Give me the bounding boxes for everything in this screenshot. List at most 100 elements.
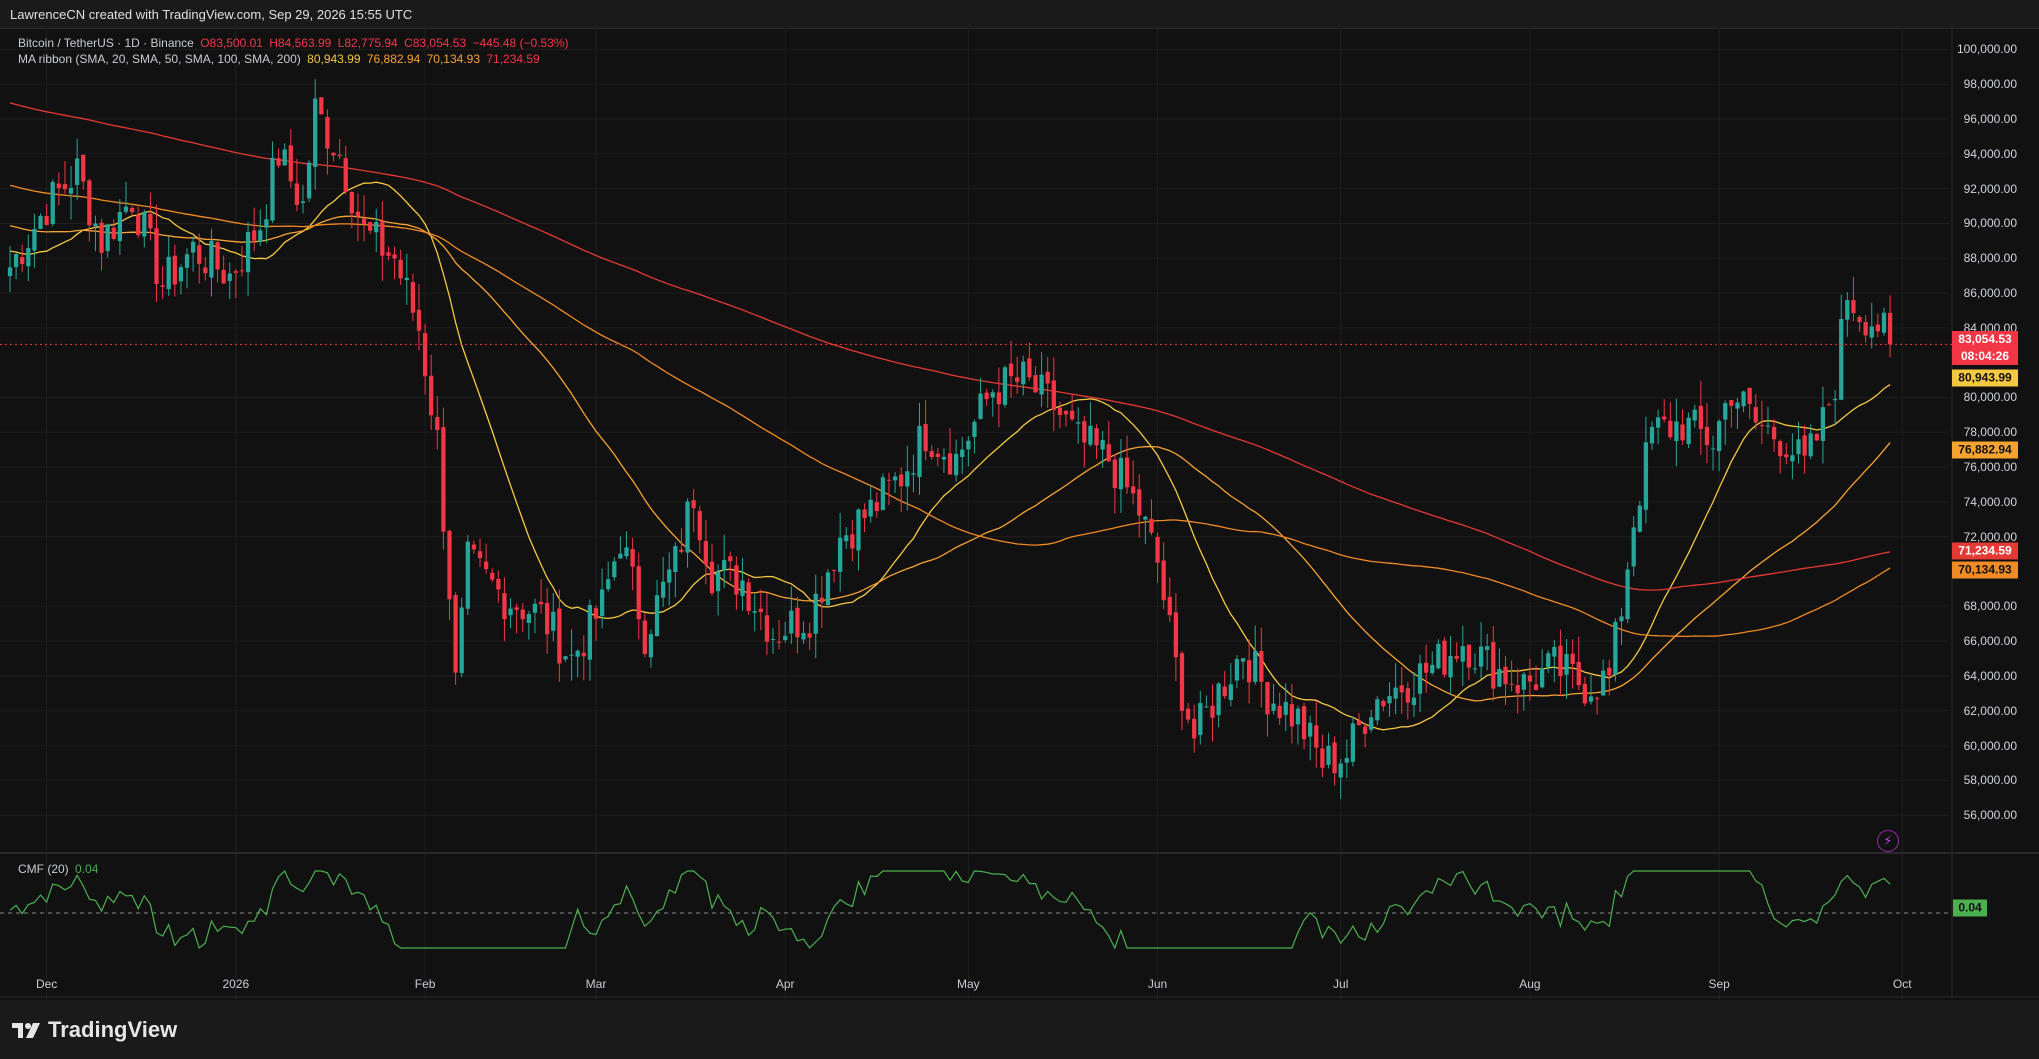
lightning-icon[interactable]: ⚡	[1877, 830, 1899, 852]
candle-body	[1655, 417, 1661, 428]
candle-body	[190, 241, 196, 253]
sma200-tag: 71,234.59	[1952, 542, 2018, 560]
candle-body	[551, 611, 556, 631]
price-tick-label: 94,000.00	[1963, 146, 2017, 161]
candle-body	[1112, 459, 1117, 489]
candle-body	[404, 277, 409, 281]
candle-body	[1820, 407, 1826, 441]
price-tick-label: 92,000.00	[1963, 181, 2017, 196]
candle-body	[172, 255, 177, 285]
candle-body	[1289, 704, 1294, 727]
candle-body	[1131, 486, 1136, 494]
candle-body	[807, 633, 812, 638]
candle-body	[1485, 646, 1490, 650]
candle-body	[752, 611, 757, 613]
candle-body	[1399, 685, 1404, 693]
candle-body	[1192, 718, 1197, 739]
price-tick-label: 58,000.00	[1963, 773, 2017, 788]
ma-ribbon-name: MA ribbon (SMA, 20, SMA, 50, SMA, 100, S…	[18, 52, 301, 66]
candle-body	[1155, 536, 1160, 563]
candle-body	[258, 230, 263, 242]
candle-body	[990, 392, 995, 398]
cmf-legend[interactable]: CMF (20) 0.04	[18, 862, 101, 876]
candle-body	[75, 158, 80, 185]
candle-body	[1509, 683, 1514, 685]
candle-body	[50, 181, 55, 225]
price-chart[interactable]	[0, 0, 2039, 1000]
candle-body	[813, 593, 818, 634]
candle-body	[1167, 596, 1172, 616]
candle-body	[1228, 684, 1233, 700]
candle-body	[1875, 324, 1880, 332]
candle-body	[1588, 696, 1594, 702]
candle-body	[1002, 367, 1008, 405]
ma-ribbon-legend[interactable]: MA ribbon (SMA, 20, SMA, 50, SMA, 100, S…	[18, 52, 543, 66]
candle-body	[587, 605, 593, 660]
candle-body	[1405, 688, 1410, 703]
price-tick-label: 76,000.00	[1963, 460, 2017, 475]
candle-body	[569, 654, 574, 656]
candle-body	[984, 392, 989, 400]
candle-body	[789, 610, 794, 634]
candle-body	[184, 254, 190, 268]
candle-body	[197, 245, 202, 264]
candle-body	[935, 453, 940, 457]
candle-body	[1784, 454, 1789, 458]
candle-body	[26, 248, 31, 267]
candle-body	[685, 501, 690, 553]
candle-body	[1100, 440, 1105, 450]
candle-body	[508, 608, 513, 616]
candle-body	[368, 222, 373, 231]
candle-body	[996, 392, 1002, 405]
candle-body	[850, 534, 855, 549]
candle-body	[1338, 763, 1343, 778]
candle-body	[1613, 621, 1618, 675]
candle-body	[844, 535, 849, 542]
candle-body	[764, 615, 770, 642]
candle-body	[770, 638, 776, 640]
candle-body	[1198, 703, 1203, 735]
candle-body	[1723, 403, 1728, 420]
candle-body	[1869, 326, 1874, 338]
candle-body	[1601, 670, 1606, 696]
candle-body	[142, 212, 147, 237]
candle-body	[313, 98, 318, 167]
candle-body	[447, 530, 452, 600]
candle-body	[56, 183, 61, 189]
tradingview-logo[interactable]: TradingView	[12, 1017, 177, 1043]
candle-body	[1308, 722, 1313, 737]
candle-body	[1887, 312, 1893, 345]
candle-body	[746, 582, 751, 611]
candle-body	[1222, 686, 1227, 697]
candle-body	[892, 476, 898, 481]
candle-body	[1527, 675, 1533, 682]
candle-body	[514, 607, 519, 610]
candle-body	[1546, 653, 1551, 668]
candle-body	[13, 254, 19, 268]
candle-body	[1521, 674, 1526, 690]
cmf-name: CMF (20)	[18, 862, 69, 876]
candle-body	[1832, 398, 1838, 401]
candle-body	[1747, 387, 1752, 404]
candle-body	[1478, 646, 1484, 667]
candle-body	[1436, 643, 1441, 669]
candle-body	[703, 541, 709, 565]
sma100-tag: 70,134.93	[1952, 561, 2018, 579]
candle-body	[1472, 668, 1478, 670]
candle-body	[465, 541, 470, 609]
symbol-legend[interactable]: Bitcoin / TetherUS · 1D · Binance O83,50…	[18, 36, 572, 50]
candle-body	[203, 267, 208, 274]
candle-body	[1246, 660, 1252, 683]
candle-body	[1411, 697, 1417, 705]
sma20-tag: 80,943.99	[1952, 369, 2018, 387]
candle-body	[1082, 421, 1087, 443]
candle-body	[1582, 683, 1587, 704]
candle-body	[374, 221, 379, 233]
candle-body	[1118, 457, 1124, 490]
candle-body	[715, 571, 721, 592]
candle-body	[1466, 644, 1472, 668]
candle-body	[728, 556, 733, 562]
candle-body	[661, 581, 666, 598]
candle-body	[1839, 319, 1844, 400]
candle-body	[477, 551, 483, 559]
